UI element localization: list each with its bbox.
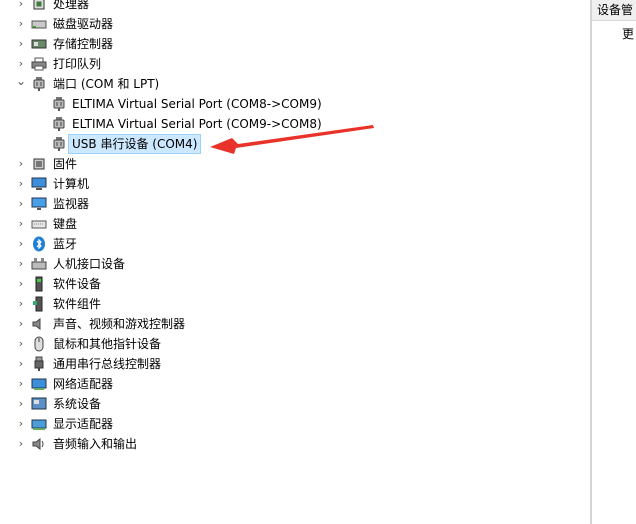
red-arrow-annotation <box>210 125 374 154</box>
arrow-shape <box>210 125 374 154</box>
